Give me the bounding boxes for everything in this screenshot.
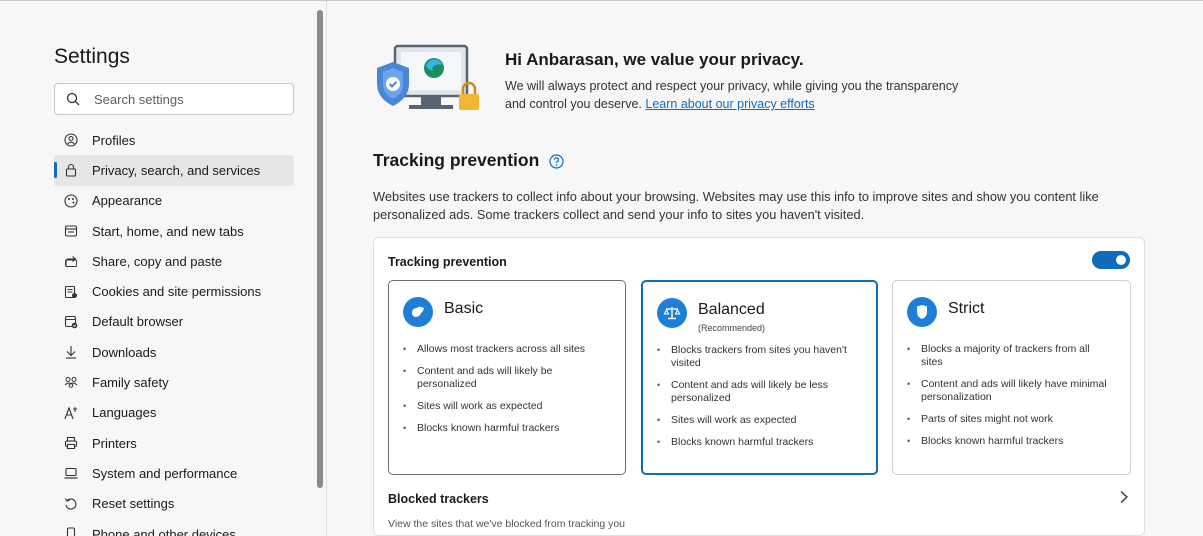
sidebar-item-appearance[interactable]: Appearance [54,186,294,216]
toggle-knob [1116,255,1126,265]
sidebar-item-label: Downloads [92,344,157,360]
sidebar-item-languages[interactable]: Languages [54,398,294,428]
hero-title: Hi Anbarasan, we value your privacy. [505,50,804,69]
blocked-trackers-desc: View the sites that we've blocked from t… [388,518,626,530]
sidebar-item-profiles[interactable]: Profiles [54,125,294,155]
hero-text-line2: and control you deserve. [505,97,642,111]
list-item: Blocks known harmful trackers [907,435,1112,448]
tracking-prevention-heading: Tracking prevention [373,150,564,171]
balanced-bullets: Blocks trackers from sites you haven't v… [657,344,862,458]
settings-title: Settings [54,45,130,68]
basic-bullets: Allows most trackers across all sites Co… [403,343,608,444]
language-icon [64,406,78,420]
search-icon [66,92,80,106]
option-balanced[interactable]: Balanced (Recommended) Blocks trackers f… [641,280,878,475]
section-title-text: Tracking prevention [373,150,540,170]
strict-title: Strict [948,300,985,317]
tracking-card-label: Tracking prevention [388,255,507,269]
basic-title: Basic [444,300,484,317]
profile-icon [64,133,78,147]
basic-shield-icon [403,297,433,327]
chevron-right-icon[interactable] [1118,490,1130,504]
sidebar-item-reset[interactable]: Reset settings [54,489,294,519]
browser-icon [64,315,78,329]
sidebar-item-label: Phone and other devices [92,526,236,536]
sidebar-item-label: Languages [92,405,157,421]
laptop-icon [64,466,78,480]
sidebar-item-label: Printers [92,435,137,451]
list-item: Parts of sites might not work [907,413,1112,426]
sidebar-item-cookies[interactable]: Cookies and site permissions [54,276,294,306]
reset-icon [64,497,78,511]
sidebar-item-phone[interactable]: Phone and other devices [54,519,294,536]
help-icon[interactable] [549,153,564,169]
option-basic[interactable]: Basic Allows most trackers across all si… [388,280,626,475]
phone-icon [64,527,78,536]
balanced-title: Balanced [698,301,765,318]
list-item: Sites will work as expected [403,400,608,413]
sidebar-item-label: Start, home, and new tabs [92,223,244,239]
search-input[interactable] [94,91,284,107]
blocked-trackers-title[interactable]: Blocked trackers [388,492,489,506]
list-item: Content and ads will likely be less pers… [657,379,862,405]
sidebar-divider [326,1,327,536]
list-item: Allows most trackers across all sites [403,343,608,356]
sidebar-item-label: System and performance [92,465,238,481]
printer-icon [64,436,78,450]
list-item: Content and ads will likely have minimal… [907,378,1112,404]
home-tab-icon [64,224,78,238]
sidebar-item-label: Cookies and site permissions [92,284,262,300]
list-item: Content and ads will likely be personali… [403,365,608,391]
search-box[interactable] [54,83,294,115]
tracking-description: Websites use trackers to collect info ab… [373,189,1099,222]
list-item: Blocks known harmful trackers [657,436,862,449]
lock-icon [64,163,78,177]
list-item: Blocks known harmful trackers [403,422,608,435]
appearance-icon [64,194,78,208]
hero-text-line1: We will always protect and respect your … [505,79,959,93]
list-item: Blocks trackers from sites you haven't v… [657,344,862,370]
sidebar-item-privacy[interactable]: Privacy, search, and services [54,155,294,186]
sidebar-scrollbar[interactable] [317,10,323,488]
share-icon [64,254,78,268]
sidebar-item-label: Share, copy and paste [92,253,223,269]
sidebar-item-downloads[interactable]: Downloads [54,337,294,367]
recommended-label: (Recommended) [698,323,766,333]
privacy-illustration-icon [371,40,491,120]
sidebar-item-share[interactable]: Share, copy and paste [54,246,294,276]
sidebar-item-label: Privacy, search, and services [92,162,261,178]
cookie-icon [64,285,78,299]
sidebar-item-label: Appearance [92,193,163,209]
sidebar-item-printers[interactable]: Printers [54,428,294,458]
sidebar: Settings Profiles Privacy, search, and s… [0,1,318,536]
sidebar-nav: Profiles Privacy, search, and services A… [54,125,294,536]
sidebar-item-start-home[interactable]: Start, home, and new tabs [54,216,294,246]
sidebar-item-label: Default browser [92,314,184,330]
list-item: Blocks a majority of trackers from all s… [907,343,1112,369]
strict-shield-icon [907,297,937,327]
sidebar-item-label: Reset settings [92,496,175,512]
family-icon [64,376,78,390]
sidebar-item-default-browser[interactable]: Default browser [54,307,294,337]
privacy-efforts-link[interactable]: Learn about our privacy efforts [645,97,814,111]
hero-text: We will always protect and respect your … [505,77,1005,113]
tracking-prevention-toggle[interactable] [1092,251,1130,269]
sidebar-item-label: Profiles [92,132,136,148]
balance-scale-icon [657,298,687,328]
list-item: Sites will work as expected [657,414,862,427]
tracking-card: Tracking prevention Basic Allows most tr… [373,237,1145,536]
strict-bullets: Blocks a majority of trackers from all s… [907,343,1112,457]
download-icon [64,345,78,359]
option-strict[interactable]: Strict Blocks a majority of trackers fro… [892,280,1131,475]
sidebar-item-label: Family safety [92,375,169,391]
sidebar-item-system[interactable]: System and performance [54,458,294,488]
sidebar-item-family-safety[interactable]: Family safety [54,367,294,397]
